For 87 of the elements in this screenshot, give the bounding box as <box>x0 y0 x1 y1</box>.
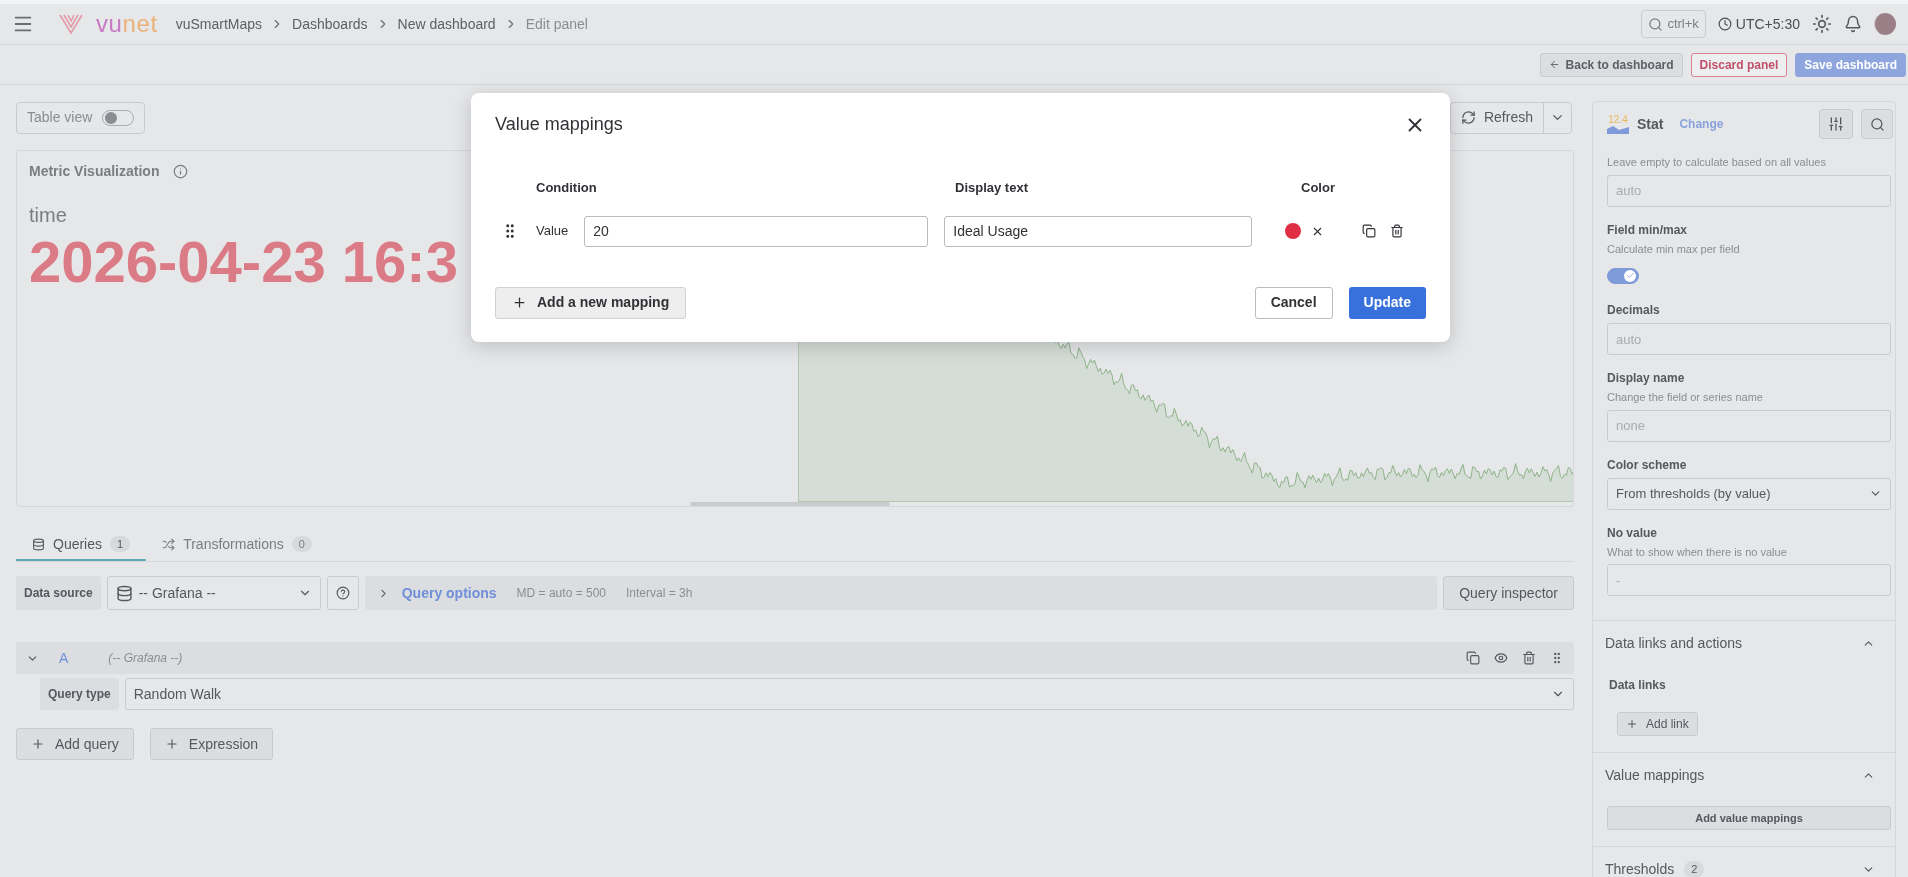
query-type-select[interactable]: Random Walk <box>124 678 1574 710</box>
logo-text: vunet <box>96 9 158 39</box>
database-icon <box>115 584 133 602</box>
field-name: time <box>29 203 67 228</box>
field-description: What to show when there is no value <box>1607 544 1788 560</box>
breadcrumb-link[interactable]: vuSmartMaps <box>175 13 263 35</box>
help-icon <box>335 586 350 600</box>
options-button[interactable] <box>1819 109 1853 139</box>
section-title[interactable]: Data links and actions <box>1605 633 1742 654</box>
query-tab[interactable]: Queries 1 <box>16 529 147 561</box>
interval-text: Interval = 3h <box>626 585 693 602</box>
section-title[interactable]: Thresholds <box>1605 859 1675 877</box>
display-text-input[interactable]: Ideal Usage <box>944 215 1253 247</box>
notification-icon[interactable] <box>1844 15 1862 33</box>
query-inspector-button[interactable]: Query inspector <box>1443 576 1574 610</box>
logo-icon <box>58 12 84 36</box>
toggle-switch[interactable] <box>1607 267 1639 284</box>
field-label: Decimals <box>1607 302 1661 319</box>
max-data-points-text: MD = auto = 500 <box>516 585 606 602</box>
plus-icon <box>164 737 179 751</box>
theme-icon[interactable] <box>1812 14 1832 34</box>
discard-button[interactable]: Discard panel <box>1690 52 1788 77</box>
update-button[interactable]: Update <box>1348 286 1426 319</box>
avatar[interactable] <box>1874 13 1896 35</box>
duplicate-icon[interactable] <box>1362 224 1377 238</box>
dialog-title: Value mappings <box>495 113 623 136</box>
query-type-label: Query type <box>40 678 119 710</box>
data-source-select[interactable]: -- Grafana -- <box>106 576 321 610</box>
search-button[interactable] <box>1861 109 1893 139</box>
section-title[interactable]: Value mappings <box>1605 765 1705 786</box>
option-input[interactable]: - <box>1607 564 1891 596</box>
panel-title: Metric Visualization <box>29 162 160 181</box>
breadcrumb-link[interactable]: Dashboards <box>292 13 368 35</box>
transform-icon <box>162 537 176 551</box>
help-button[interactable] <box>326 576 359 610</box>
stat-value: 2026-04-23 16:3 <box>29 230 458 294</box>
add-link-button[interactable]: Add link <box>1617 712 1698 736</box>
field-label: Color scheme <box>1607 456 1688 474</box>
field-label: Display name <box>1607 370 1686 387</box>
expression-button[interactable]: Expression <box>149 728 274 760</box>
plus-icon <box>1626 718 1638 730</box>
count-badge: 2 <box>1684 861 1705 877</box>
table-view-toggle[interactable]: Table view <box>16 101 146 134</box>
plus-icon <box>31 737 45 751</box>
visualization-name: Stat <box>1637 114 1664 134</box>
option-select[interactable]: From thresholds (by value) <box>1607 477 1891 510</box>
add-value-mappings-button[interactable]: Add value mappings <box>1607 806 1891 830</box>
option-input[interactable]: auto <box>1607 323 1891 355</box>
field-label: Field min/max <box>1607 221 1689 239</box>
field-description: Leave empty to calculate based on all values <box>1607 155 1827 170</box>
option-input[interactable]: auto <box>1607 174 1891 207</box>
breadcrumb-link[interactable]: New dashboard <box>397 13 496 35</box>
back-button[interactable]: Back to dashboard <box>1539 52 1683 77</box>
query-ref: A <box>59 648 69 668</box>
database-icon <box>32 537 45 551</box>
sliders-icon <box>1828 116 1844 132</box>
option-input[interactable]: none <box>1607 409 1891 442</box>
eye-icon[interactable] <box>1494 651 1508 665</box>
column-header: Condition <box>536 179 598 197</box>
toggle-label: Table view <box>27 108 93 127</box>
cancel-button[interactable]: Cancel <box>1254 286 1333 319</box>
data-source-label: Data source <box>16 576 101 610</box>
column-header: Color <box>1301 179 1335 197</box>
count-badge: 1 <box>110 535 131 553</box>
condition-type: Value <box>536 222 569 241</box>
count-badge: 0 <box>291 535 312 553</box>
add-mapping-button[interactable]: Add a new mapping <box>495 286 687 319</box>
plus-icon <box>512 295 527 310</box>
info-icon <box>173 164 189 179</box>
condition-input[interactable]: 20 <box>584 215 929 247</box>
field-label: No value <box>1607 524 1658 542</box>
subsection-label: Data links <box>1609 678 1666 692</box>
field-description: Change the field or series name <box>1607 390 1764 405</box>
check-icon <box>1625 271 1635 280</box>
timezone-button[interactable]: UTC+5:30 <box>1717 13 1800 35</box>
search-field[interactable]: ctrl+k <box>1641 10 1706 38</box>
query-source: (-- Grafana --) <box>108 650 183 667</box>
refresh-icon <box>1460 110 1476 125</box>
clock-icon <box>1717 17 1732 31</box>
add-query-button[interactable]: Add query <box>16 728 134 760</box>
column-header: Display text <box>955 179 1029 197</box>
trash-icon[interactable] <box>1390 224 1405 238</box>
search-icon <box>1869 116 1885 132</box>
field-description: Calculate min max per field <box>1607 241 1741 257</box>
arrow-left-icon <box>1548 59 1560 70</box>
query-tab[interactable]: Transformations 0 <box>146 529 328 561</box>
search-icon <box>1648 16 1664 32</box>
